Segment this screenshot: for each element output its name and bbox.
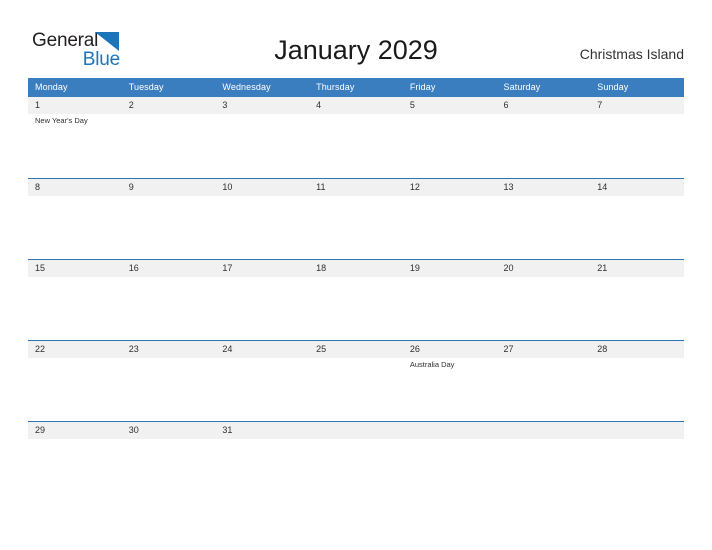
day-cell[interactable] <box>215 439 309 501</box>
day-number[interactable]: 1 <box>28 97 122 114</box>
week-date-band: 1 2 3 4 5 6 7 <box>28 97 684 114</box>
day-number <box>403 422 497 439</box>
day-cell[interactable] <box>28 439 122 501</box>
day-cell[interactable] <box>497 196 591 258</box>
week-row: 22 23 24 25 26 27 28 Australia Day <box>28 340 684 421</box>
day-number[interactable]: 28 <box>590 341 684 358</box>
day-cell[interactable] <box>215 358 309 420</box>
calendar-grid: Monday Tuesday Wednesday Thursday Friday… <box>28 78 684 502</box>
week-date-band: 15 16 17 18 19 20 21 <box>28 260 684 277</box>
day-number <box>309 422 403 439</box>
day-number <box>497 422 591 439</box>
day-cell[interactable] <box>309 196 403 258</box>
day-number[interactable]: 8 <box>28 179 122 196</box>
day-cell[interactable] <box>497 358 591 420</box>
day-number[interactable]: 27 <box>497 341 591 358</box>
day-number[interactable]: 12 <box>403 179 497 196</box>
week-row: 1 2 3 4 5 6 7 New Year's Day <box>28 97 684 178</box>
day-cell[interactable] <box>309 114 403 176</box>
day-cell[interactable] <box>403 114 497 176</box>
day-number[interactable]: 21 <box>590 260 684 277</box>
day-number[interactable]: 4 <box>309 97 403 114</box>
weekday-header-row: Monday Tuesday Wednesday Thursday Friday… <box>28 78 684 97</box>
day-cell[interactable] <box>309 277 403 339</box>
day-number[interactable]: 22 <box>28 341 122 358</box>
day-cell[interactable] <box>403 277 497 339</box>
week-event-area <box>28 439 684 501</box>
day-number[interactable]: 24 <box>215 341 309 358</box>
day-cell[interactable] <box>215 196 309 258</box>
day-cell[interactable] <box>28 358 122 420</box>
day-number[interactable]: 26 <box>403 341 497 358</box>
week-event-area: New Year's Day <box>28 114 684 176</box>
week-event-area <box>28 277 684 339</box>
day-cell[interactable]: New Year's Day <box>28 114 122 176</box>
day-number[interactable]: 7 <box>590 97 684 114</box>
day-cell[interactable] <box>497 114 591 176</box>
day-number[interactable]: 9 <box>122 179 216 196</box>
day-number[interactable]: 20 <box>497 260 591 277</box>
day-cell[interactable] <box>590 358 684 420</box>
day-event-label: New Year's Day <box>35 116 88 125</box>
page-header: General Blue January 2029 Christmas Isla… <box>0 0 712 76</box>
day-cell[interactable]: Australia Day <box>403 358 497 420</box>
day-cell[interactable] <box>215 277 309 339</box>
day-cell[interactable] <box>497 277 591 339</box>
day-cell[interactable] <box>122 196 216 258</box>
weekday-header-monday: Monday <box>35 82 68 92</box>
day-cell[interactable] <box>309 358 403 420</box>
day-cell[interactable] <box>122 277 216 339</box>
day-cell[interactable] <box>28 196 122 258</box>
day-number[interactable]: 25 <box>309 341 403 358</box>
day-cell[interactable] <box>403 196 497 258</box>
day-number[interactable]: 14 <box>590 179 684 196</box>
day-number[interactable]: 17 <box>215 260 309 277</box>
week-date-band: 8 9 10 11 12 13 14 <box>28 179 684 196</box>
day-number[interactable]: 16 <box>122 260 216 277</box>
day-number[interactable]: 18 <box>309 260 403 277</box>
day-number[interactable]: 31 <box>215 422 309 439</box>
week-date-band: 29 30 31 <box>28 422 684 439</box>
week-row: 29 30 31 <box>28 421 684 502</box>
day-number[interactable]: 10 <box>215 179 309 196</box>
day-number[interactable]: 5 <box>403 97 497 114</box>
week-row: 8 9 10 11 12 13 14 <box>28 178 684 259</box>
region-label: Christmas Island <box>579 46 684 62</box>
day-cell[interactable] <box>590 196 684 258</box>
weekday-header-tuesday: Tuesday <box>128 82 164 92</box>
day-number[interactable]: 19 <box>403 260 497 277</box>
day-cell <box>403 439 497 501</box>
day-number[interactable]: 30 <box>122 422 216 439</box>
day-cell[interactable] <box>28 277 122 339</box>
day-number[interactable]: 3 <box>215 97 309 114</box>
day-event-label: Australia Day <box>409 360 455 369</box>
day-number[interactable]: 23 <box>122 341 216 358</box>
day-cell[interactable] <box>122 439 216 501</box>
calendar-page: General Blue January 2029 Christmas Isla… <box>0 0 712 550</box>
day-cell[interactable] <box>215 114 309 176</box>
day-number <box>590 422 684 439</box>
day-cell <box>309 439 403 501</box>
weekday-header-friday: Friday <box>409 82 436 92</box>
day-number[interactable]: 29 <box>28 422 122 439</box>
week-event-area: Australia Day <box>28 358 684 420</box>
day-number[interactable]: 11 <box>309 179 403 196</box>
day-number[interactable]: 15 <box>28 260 122 277</box>
day-cell[interactable] <box>590 114 684 176</box>
week-date-band: 22 23 24 25 26 27 28 <box>28 341 684 358</box>
weekday-header-saturday: Saturday <box>503 82 541 92</box>
day-number[interactable]: 13 <box>497 179 591 196</box>
weekday-header-sunday: Sunday <box>597 82 629 92</box>
day-cell <box>590 439 684 501</box>
day-cell[interactable] <box>590 277 684 339</box>
week-row: 15 16 17 18 19 20 21 <box>28 259 684 340</box>
day-number[interactable]: 6 <box>497 97 591 114</box>
day-cell[interactable] <box>122 114 216 176</box>
week-event-area <box>28 196 684 258</box>
day-cell[interactable] <box>122 358 216 420</box>
day-cell <box>497 439 591 501</box>
weekday-header-wednesday: Wednesday <box>222 82 271 92</box>
day-number[interactable]: 2 <box>122 97 216 114</box>
weekday-header-thursday: Thursday <box>316 82 355 92</box>
